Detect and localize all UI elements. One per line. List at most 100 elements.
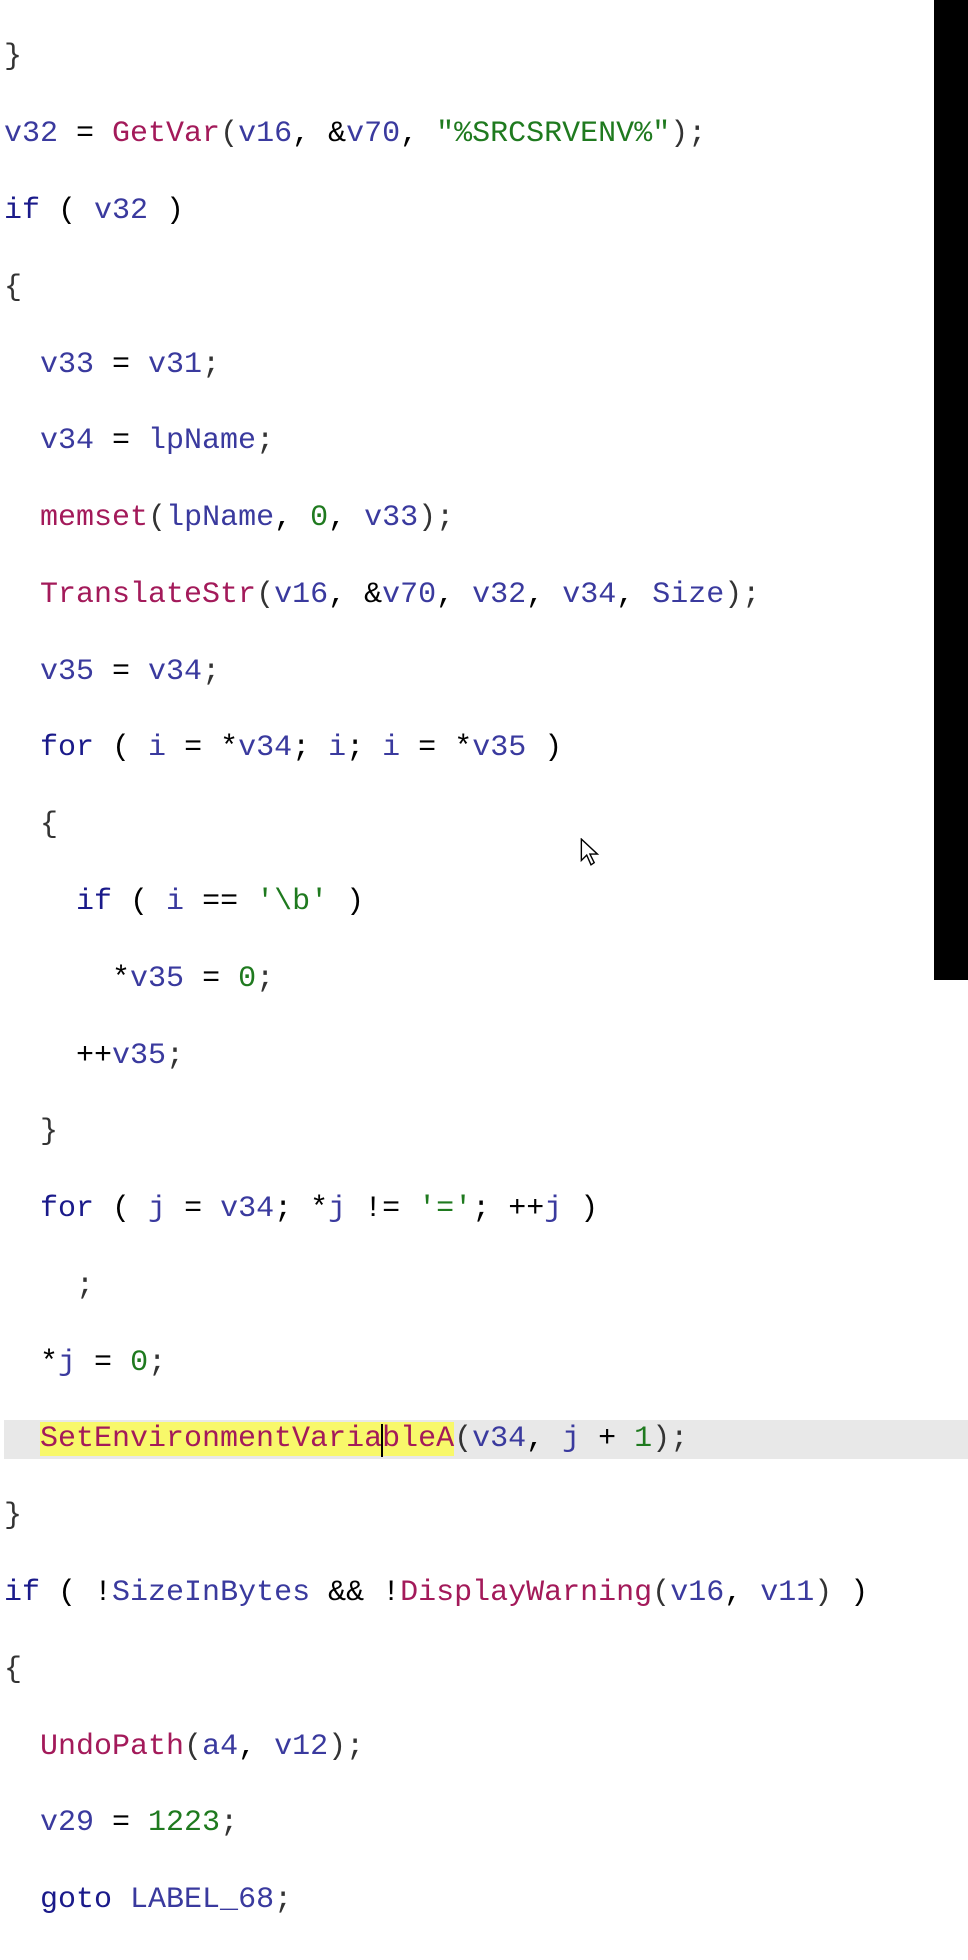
punct: ); bbox=[652, 1422, 688, 1456]
punct: ; bbox=[472, 1192, 508, 1226]
punct: ; bbox=[202, 348, 220, 382]
code-line: memset(lpName, 0, v33); bbox=[4, 499, 968, 537]
variable[interactable]: v11 bbox=[760, 1576, 814, 1610]
code-line: if ( v32 ) bbox=[4, 192, 968, 230]
punct: ; bbox=[346, 731, 382, 765]
variable[interactable]: j bbox=[328, 1192, 346, 1226]
variable[interactable]: v35 bbox=[130, 962, 184, 996]
variable[interactable]: v34 bbox=[238, 731, 292, 765]
variable[interactable]: v33 bbox=[40, 348, 94, 382]
brace: { bbox=[40, 808, 58, 842]
variable[interactable]: v35 bbox=[40, 655, 94, 689]
paren: ( bbox=[652, 1576, 670, 1610]
paren: ) bbox=[832, 1576, 868, 1610]
operator: ! bbox=[94, 1576, 112, 1610]
paren: ) bbox=[328, 885, 364, 919]
variable[interactable]: v34 bbox=[562, 578, 616, 612]
paren: ( bbox=[94, 1192, 148, 1226]
operator: & bbox=[364, 578, 382, 612]
operator: ! bbox=[382, 1576, 400, 1610]
variable[interactable]: j bbox=[148, 1192, 166, 1226]
variable[interactable]: i bbox=[382, 731, 400, 765]
brace: } bbox=[4, 1499, 22, 1533]
code-line: for ( i = *v34; i; i = *v35 ) bbox=[4, 729, 968, 767]
variable[interactable]: j bbox=[58, 1346, 76, 1380]
variable[interactable]: v35 bbox=[472, 731, 526, 765]
function-call[interactable]: memset bbox=[40, 501, 148, 535]
punct: ); bbox=[724, 578, 760, 612]
code-line: goto LABEL_68; bbox=[4, 1881, 968, 1919]
code-line: *v35 = 0; bbox=[4, 960, 968, 998]
punct: ; bbox=[76, 1269, 94, 1303]
variable[interactable]: v34 bbox=[472, 1422, 526, 1456]
variable[interactable]: v34 bbox=[148, 655, 202, 689]
comma: , bbox=[436, 578, 472, 612]
variable[interactable]: i bbox=[166, 885, 184, 919]
function-call-highlighted[interactable]: bleA bbox=[382, 1422, 454, 1456]
variable[interactable]: j bbox=[562, 1422, 580, 1456]
variable[interactable]: v35 bbox=[112, 1039, 166, 1073]
code-line: } bbox=[4, 1113, 968, 1151]
number: 0 bbox=[310, 501, 328, 535]
code-line: { bbox=[4, 269, 968, 307]
variable[interactable]: v29 bbox=[40, 1806, 94, 1840]
function-call[interactable]: DisplayWarning bbox=[400, 1576, 652, 1610]
code-line: ; bbox=[4, 1267, 968, 1305]
label[interactable]: LABEL_68 bbox=[130, 1883, 274, 1917]
variable[interactable]: lpName bbox=[166, 501, 274, 535]
variable[interactable]: v32 bbox=[94, 194, 148, 228]
operator: = bbox=[400, 731, 454, 765]
variable[interactable]: v16 bbox=[238, 117, 292, 151]
variable[interactable]: v32 bbox=[4, 117, 58, 151]
variable[interactable]: v32 bbox=[472, 578, 526, 612]
brace: } bbox=[4, 40, 22, 74]
paren: ) bbox=[148, 194, 184, 228]
code-line: TranslateStr(v16, &v70, v32, v34, Size); bbox=[4, 576, 968, 614]
variable[interactable]: v34 bbox=[220, 1192, 274, 1226]
variable[interactable]: j bbox=[544, 1192, 562, 1226]
function-call[interactable]: UndoPath bbox=[40, 1730, 184, 1764]
punct: ); bbox=[418, 501, 454, 535]
comma: , bbox=[328, 578, 364, 612]
variable[interactable]: lpName bbox=[148, 424, 256, 458]
code-line: v34 = lpName; bbox=[4, 422, 968, 460]
punct: ; bbox=[202, 655, 220, 689]
function-call[interactable]: GetVar bbox=[112, 117, 220, 151]
variable[interactable]: Size bbox=[652, 578, 724, 612]
operator: = bbox=[76, 1346, 130, 1380]
operator: && bbox=[310, 1576, 382, 1610]
variable[interactable]: v16 bbox=[670, 1576, 724, 1610]
code-line: ++v35; bbox=[4, 1037, 968, 1075]
comma: , bbox=[274, 501, 310, 535]
variable[interactable]: i bbox=[148, 731, 166, 765]
operator: = bbox=[94, 348, 148, 382]
variable[interactable]: v33 bbox=[364, 501, 418, 535]
number: 0 bbox=[238, 962, 256, 996]
variable[interactable]: v34 bbox=[40, 424, 94, 458]
paren: ( bbox=[184, 1730, 202, 1764]
text-cursor bbox=[381, 1424, 383, 1457]
variable[interactable]: i bbox=[328, 731, 346, 765]
variable[interactable]: v16 bbox=[274, 578, 328, 612]
variable[interactable]: v12 bbox=[274, 1730, 328, 1764]
variable[interactable]: v31 bbox=[148, 348, 202, 382]
function-call-highlighted[interactable]: SetEnvironmentVaria bbox=[40, 1422, 382, 1456]
variable[interactable]: SizeInBytes bbox=[112, 1576, 310, 1610]
punct: ; bbox=[256, 424, 274, 458]
operator: ++ bbox=[508, 1192, 544, 1226]
string-literal[interactable]: "%SRCSRVENV%" bbox=[436, 117, 670, 151]
number: 1223 bbox=[148, 1806, 220, 1840]
operator: * bbox=[454, 731, 472, 765]
paren: ) bbox=[526, 731, 562, 765]
variable[interactable]: v70 bbox=[346, 117, 400, 151]
paren: ( bbox=[220, 117, 238, 151]
decompiler-code-view[interactable]: } v32 = GetVar(v16, &v70, "%SRCSRVENV%")… bbox=[0, 0, 968, 1960]
function-call[interactable]: TranslateStr bbox=[40, 578, 256, 612]
punct: ; bbox=[274, 1883, 292, 1917]
variable[interactable]: v70 bbox=[382, 578, 436, 612]
variable[interactable]: a4 bbox=[202, 1730, 238, 1764]
operator: = bbox=[58, 117, 112, 151]
keyword: goto bbox=[40, 1883, 112, 1917]
operator: & bbox=[328, 117, 346, 151]
code-line-highlighted[interactable]: SetEnvironmentVariableA(v34, j + 1); bbox=[4, 1420, 968, 1458]
